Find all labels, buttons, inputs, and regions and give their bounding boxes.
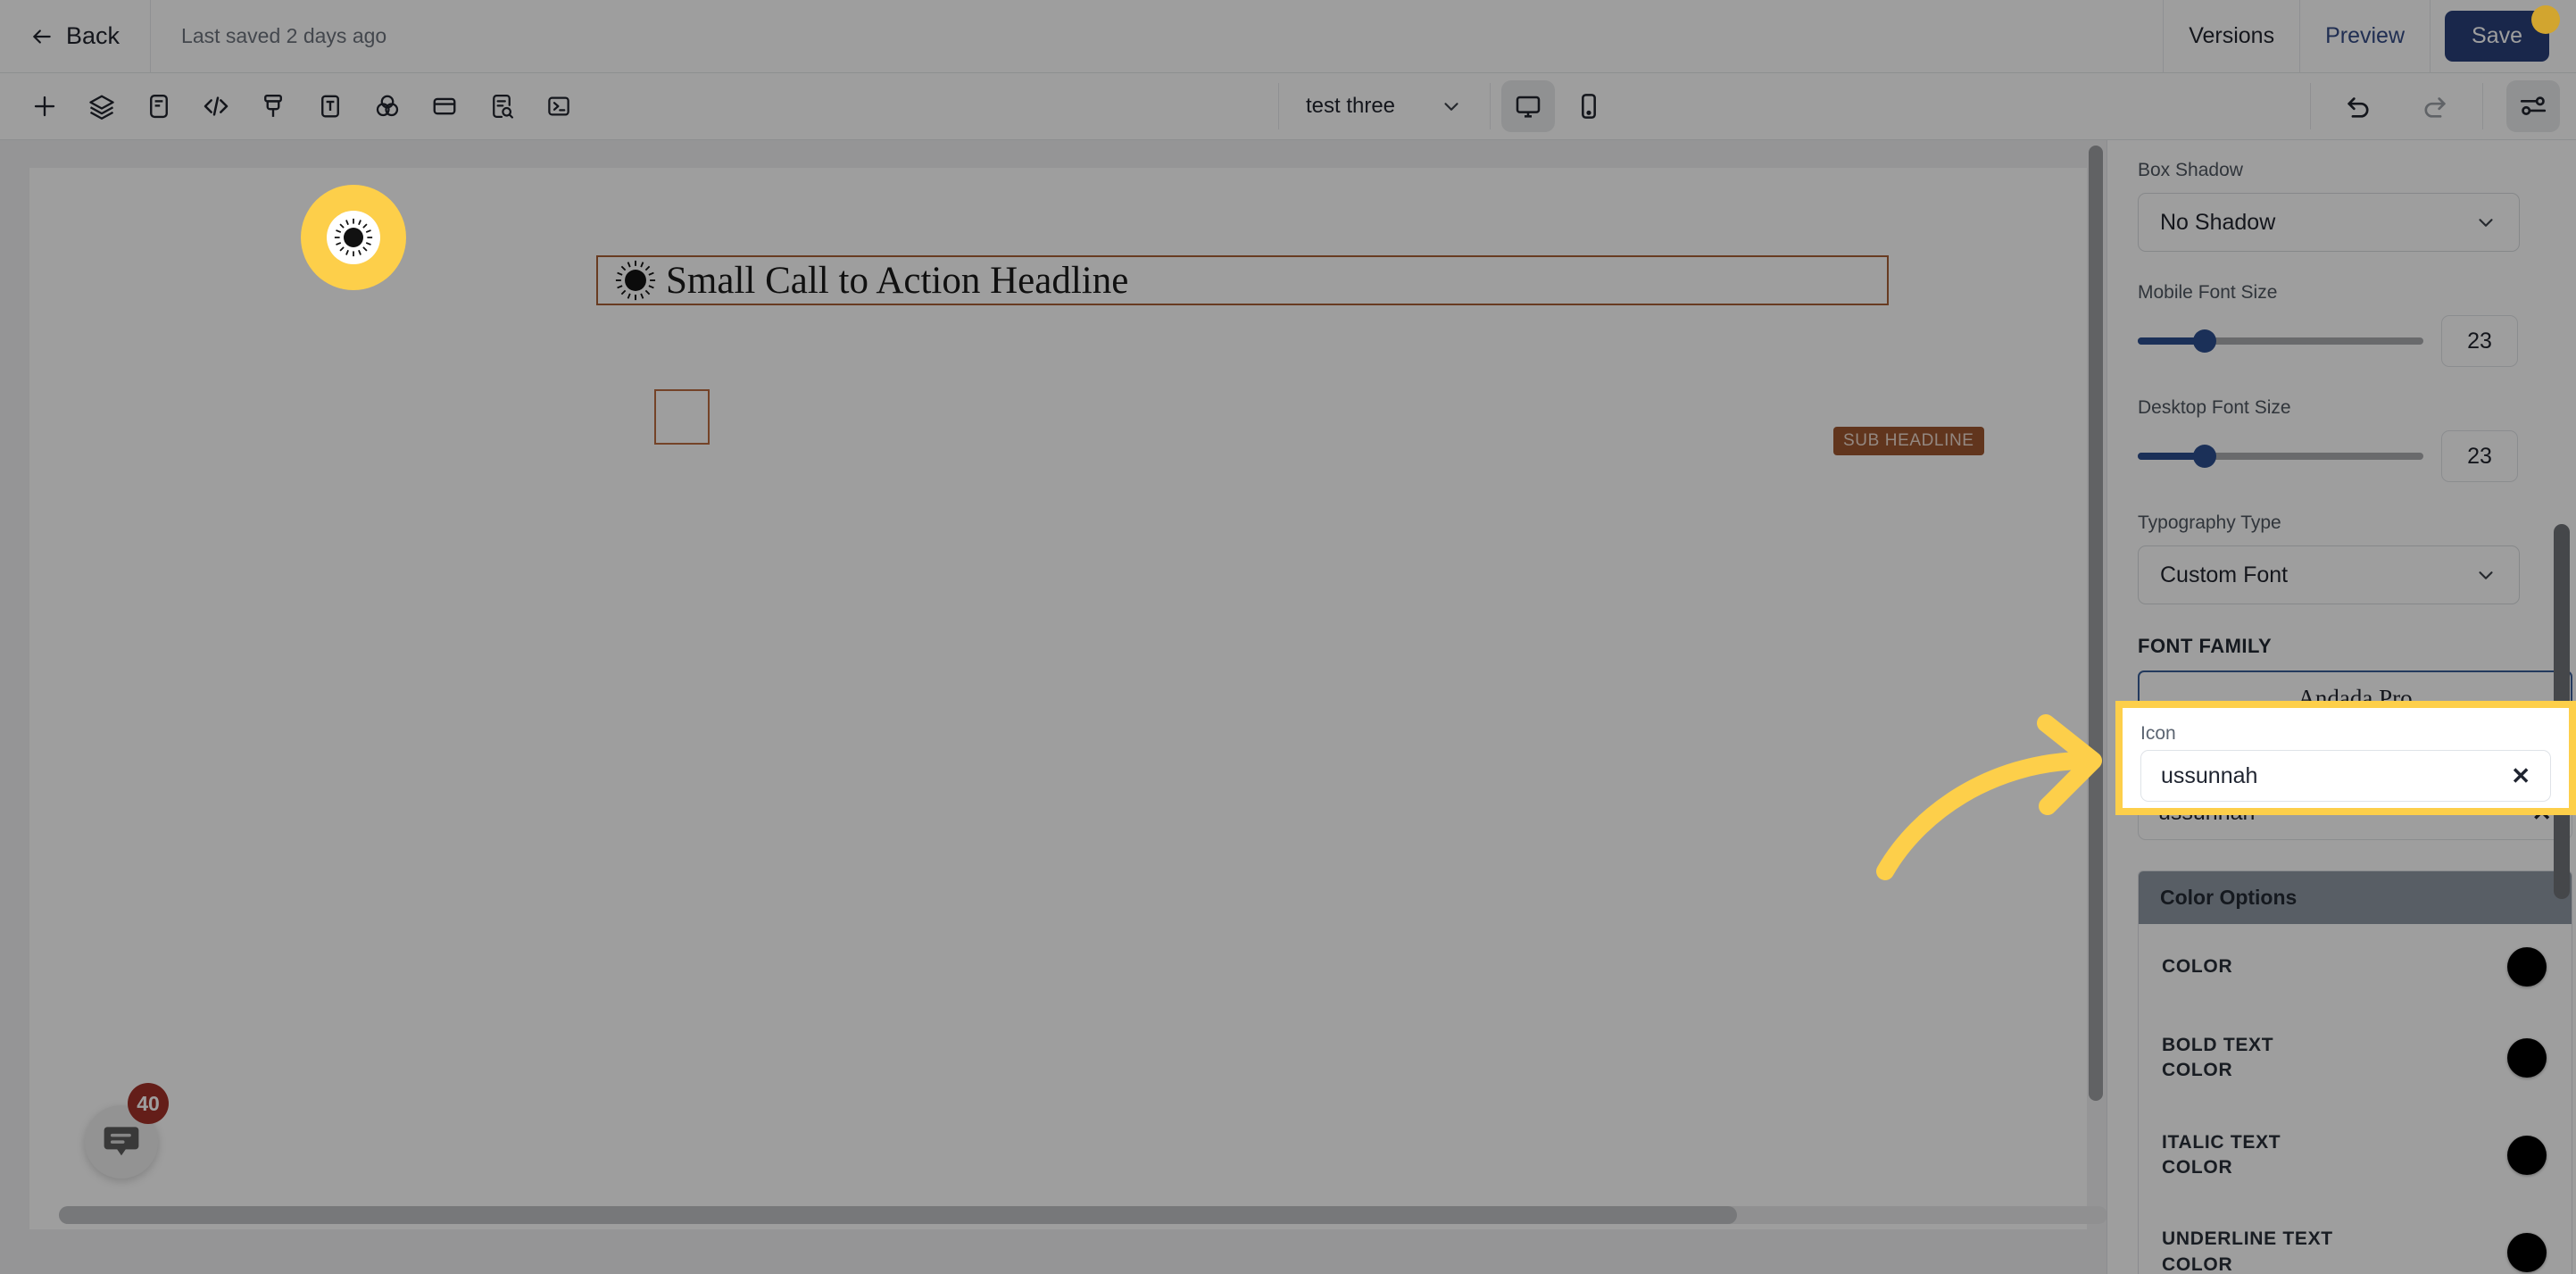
icon-input-value: ussunnah <box>2158 799 2256 825</box>
seo-search-icon[interactable] <box>477 81 527 131</box>
chevron-down-icon <box>2479 219 2493 227</box>
canvas-vertical-scrollbar[interactable] <box>2087 146 2103 1172</box>
color-row-label-line2: COLOR <box>2162 1060 2233 1081</box>
color-swatch[interactable] <box>2507 947 2547 987</box>
canvas-area: Small Call to Action Headline SUB HEADLI… <box>0 140 2107 1274</box>
box-shadow-label: Box Shadow <box>2138 160 2243 180</box>
code-icon[interactable] <box>191 81 241 131</box>
color-swatch[interactable] <box>2507 1038 2547 1078</box>
color-row: UNDERLINE TEXT COLOR <box>2139 1203 2572 1274</box>
color-row-label-line1: ITALIC TEXT <box>2162 1131 2281 1153</box>
divider <box>1277 83 1279 129</box>
headline-element[interactable]: Small Call to Action Headline <box>596 255 1889 305</box>
back-button[interactable]: Back <box>0 0 150 73</box>
desktop-font-size-slider[interactable] <box>2138 445 2423 468</box>
clear-icon[interactable]: ✕ <box>2531 799 2552 827</box>
chat-unread-badge: 40 <box>128 1083 169 1124</box>
color-row-label: COLOR <box>2162 955 2233 977</box>
scrollbar-thumb[interactable] <box>59 1206 1737 1224</box>
typography-type-value: Custom Font <box>2160 562 2289 587</box>
chevron-down-icon <box>2479 571 2493 579</box>
view-mobile-button[interactable] <box>1562 80 1616 132</box>
text-icon[interactable] <box>305 81 355 131</box>
slider-knob[interactable] <box>2193 445 2216 468</box>
ussunnah-icon <box>612 257 659 304</box>
color-row-label-line1: UNDERLINE TEXT <box>2162 1228 2333 1250</box>
divider <box>2310 83 2311 129</box>
terminal-icon[interactable] <box>534 81 584 131</box>
icon-input-value-highlighted: ussunnah <box>2161 762 2258 788</box>
mobile-font-size-value[interactable]: 23 <box>2441 315 2518 367</box>
font-family-label: FONT FAMILY <box>2138 635 2273 657</box>
layers-icon[interactable] <box>77 81 127 131</box>
icon-selection-outline <box>654 389 710 445</box>
view-desktop-button[interactable] <box>1501 80 1556 132</box>
slider-knob[interactable] <box>2193 329 2216 353</box>
editor-toolbar: test three <box>0 73 2576 140</box>
brush-icon[interactable] <box>248 81 298 131</box>
color-row-label-line2: COLOR <box>2162 1253 2233 1274</box>
page-preview: Small Call to Action Headline SUB HEADLI… <box>29 168 2107 1229</box>
versions-button[interactable]: Versions <box>2164 23 2299 49</box>
color-row: BOLD TEXT COLOR <box>2139 1010 2572 1107</box>
container-icon[interactable] <box>420 81 469 131</box>
sunburst-icon <box>615 260 656 301</box>
arrow-left-icon <box>33 29 51 44</box>
headline-text: Small Call to Action Headline <box>666 259 1129 302</box>
color-swatch[interactable] <box>2507 1232 2547 1272</box>
document-icon[interactable] <box>134 81 184 131</box>
scrollbar-thumb[interactable] <box>2089 146 2103 1101</box>
last-saved-status: Last saved 2 days ago <box>181 24 387 47</box>
divider <box>1490 83 1492 129</box>
color-row: ITALIC TEXT COLOR <box>2139 1107 2572 1204</box>
sub-headline-badge: SUB HEADLINE <box>1833 427 1984 455</box>
typography-type-label: Typography Type <box>2138 512 2281 533</box>
desktop-font-size-value[interactable]: 23 <box>2441 430 2518 482</box>
color-blend-icon[interactable] <box>362 81 412 131</box>
scrollbar-thumb[interactable] <box>2554 524 2570 899</box>
page-selector-value: test three <box>1305 94 1396 118</box>
panel-scrollbar[interactable] <box>2554 140 2570 1274</box>
color-options-header: Color Options <box>2139 871 2572 924</box>
color-row: COLOR <box>2139 924 2572 1010</box>
chat-bubble-icon <box>104 1127 139 1156</box>
page-selector[interactable]: test three <box>1290 94 1479 119</box>
add-icon[interactable] <box>20 81 70 131</box>
divider <box>2430 0 2431 73</box>
clear-icon[interactable]: ✕ <box>2511 762 2530 790</box>
desktop-font-size-label: Desktop Font Size <box>2138 397 2291 418</box>
divider <box>2482 83 2483 129</box>
chevron-down-icon <box>1444 103 1458 111</box>
canvas-horizontal-scrollbar[interactable] <box>59 1206 2107 1224</box>
font-family-button[interactable]: Andada Pro <box>2138 670 2572 726</box>
top-bar: Back Last saved 2 days ago Versions Prev… <box>0 0 2576 73</box>
color-row-label-line2: COLOR <box>2162 1157 2233 1178</box>
mobile-font-size-slider[interactable] <box>2138 329 2423 353</box>
save-button[interactable]: Save <box>2445 11 2549 62</box>
preview-button[interactable]: Preview <box>2300 23 2430 49</box>
back-label: Back <box>66 22 120 49</box>
settings-sliders-icon[interactable] <box>2506 80 2560 132</box>
color-row-label-line1: BOLD TEXT <box>2162 1035 2274 1055</box>
mobile-font-size-label: Mobile Font Size <box>2138 282 2278 303</box>
typography-type-select[interactable]: Custom Font <box>2138 545 2520 604</box>
icon-input-highlighted[interactable]: ussunnah ✕ <box>2140 750 2551 802</box>
box-shadow-value: No Shadow <box>2160 209 2276 235</box>
redo-icon[interactable] <box>2409 81 2459 131</box>
box-shadow-select[interactable]: No Shadow <box>2138 193 2520 252</box>
color-options-card: Color Options COLOR BOLD TEXT COLOR ITAL… <box>2138 870 2572 1274</box>
properties-panel: Box Shadow No Shadow Mobile Font Size 23… <box>2107 140 2576 1274</box>
undo-icon[interactable] <box>2334 81 2384 131</box>
color-swatch[interactable] <box>2507 1136 2547 1176</box>
